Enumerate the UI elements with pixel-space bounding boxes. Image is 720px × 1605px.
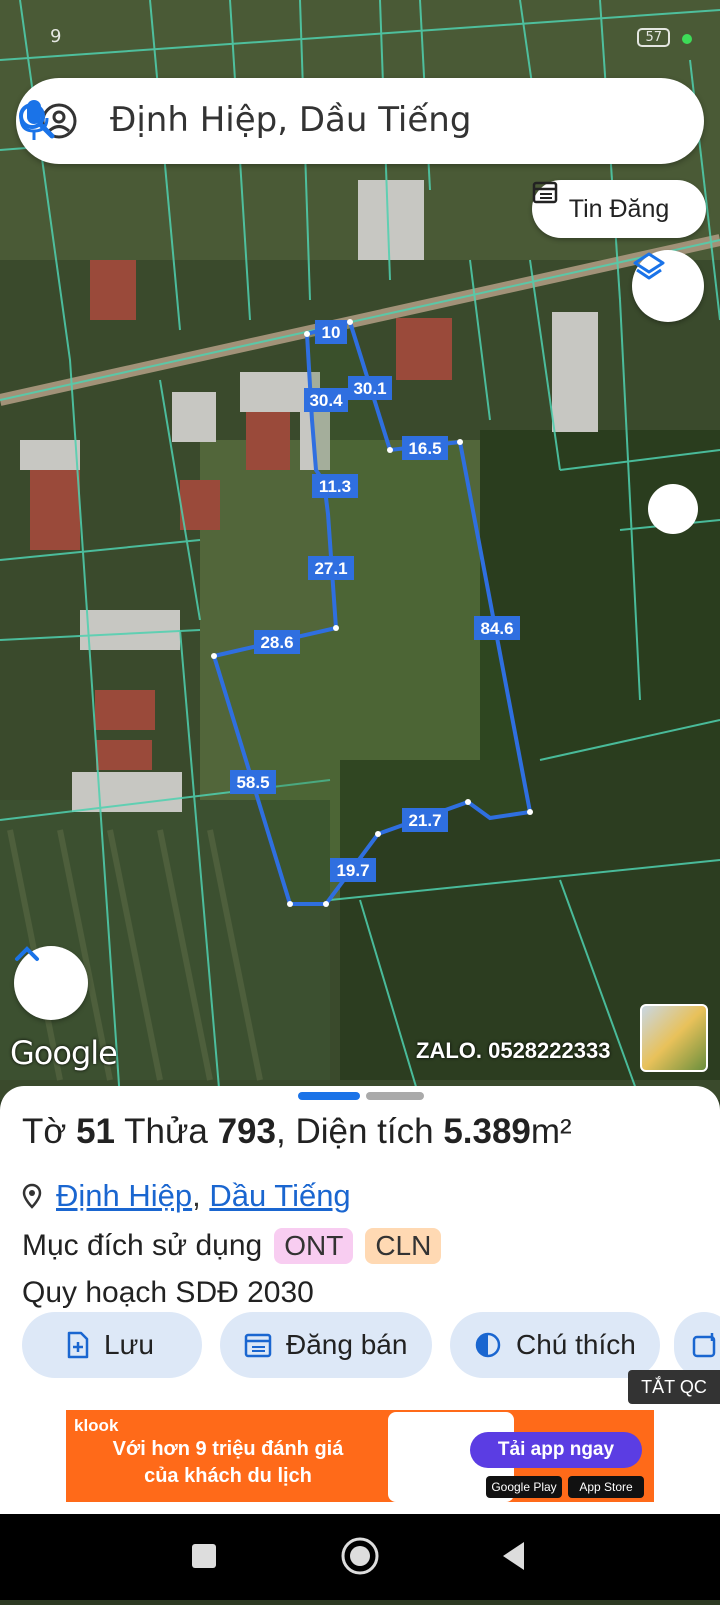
calendar-icon [532,181,558,204]
edge-label: 10 [315,320,347,344]
edge-label: 21.7 [402,808,448,832]
svg-text:27.1: 27.1 [314,559,347,578]
add-photo-button[interactable] [674,1312,720,1378]
close-ad-button[interactable]: TẮT QC [628,1370,720,1404]
location-row: Định Hiệp, Dầu Tiếng [22,1178,351,1214]
legend-label: Chú thích [516,1329,636,1360]
file-add-icon [67,1331,89,1359]
save-label: Lưu [104,1329,154,1360]
search-bar[interactable]: Định Hiệp, Dầu Tiếng [16,78,704,164]
svg-text:11.3: 11.3 [319,477,351,496]
floating-assistive-button[interactable] [648,484,698,534]
legend-button[interactable]: Chú thích [450,1312,660,1378]
add-photo-icon [692,1333,716,1358]
ad-message: Với hơn 9 triệu đánh giá của khách du lị… [112,1438,344,1487]
edge-label: 58.5 [230,770,276,794]
purpose-tag-ont[interactable]: ONT [274,1228,354,1264]
svg-text:58.5: 58.5 [236,773,269,792]
purpose-label: Mục đích sử dụng [22,1229,263,1262]
ad-cta-button[interactable]: Tải app ngay [470,1432,642,1468]
status-bar: 9 57 [0,20,720,56]
svg-text:84.6: 84.6 [480,619,513,638]
planning-label[interactable]: Quy hoạch SDĐ 2030 [22,1276,314,1310]
svg-text:10: 10 [322,323,341,342]
photo-thumbnail[interactable] [640,1004,708,1072]
back-button[interactable] [503,1542,524,1570]
privacy-dot [682,34,692,44]
calendar-icon [244,1333,272,1358]
bottom-sheet[interactable]: Tờ 51 Thửa 793, Diện tích 5.389m² Định H… [0,1086,720,1514]
parcel-summary: Tờ 51 Thửa 793, Diện tích 5.389m² [22,1112,572,1151]
ad-brand: klook [74,1416,119,1435]
action-buttons: Lưu Đăng bán Chú thích [22,1312,720,1378]
save-button[interactable]: Lưu [22,1312,202,1378]
edge-label: 30.1 [348,376,392,400]
edge-label: 16.5 [402,436,448,460]
edge-label: 84.6 [474,616,520,640]
expand-up-button[interactable] [14,946,88,1020]
svg-text:16.5: 16.5 [408,439,441,458]
purpose-tag-cln[interactable]: CLN [365,1228,442,1264]
svg-text:19.7: 19.7 [336,861,369,880]
battery-indicator: 57 [637,28,670,47]
sheet-handle[interactable] [366,1092,424,1100]
ad-banner[interactable]: klook Với hơn 9 triệu đánh giá của khách… [66,1410,654,1502]
chevron-up-icon [15,946,39,961]
search-query[interactable]: Định Hiệp, Dầu Tiếng [110,100,471,140]
plot-number: 793 [217,1112,276,1151]
watermark-text: ZALO. 0528222333 [416,1038,611,1063]
layers-icon [633,252,665,280]
svg-text:30.4: 30.4 [309,391,343,410]
home-button[interactable] [341,1537,379,1575]
microphone-icon[interactable] [16,98,52,142]
edge-label: 27.1 [308,556,354,580]
edge-label: 19.7 [330,858,376,882]
sheet-number: 51 [76,1112,116,1151]
recent-apps-button[interactable] [192,1544,216,1568]
app-store-badge[interactable]: App Store [568,1476,644,1498]
district-link[interactable]: Dầu Tiếng [209,1178,350,1213]
svg-text:21.7: 21.7 [408,811,441,830]
commune-link[interactable]: Định Hiệp [56,1178,192,1213]
land-use-row: Mục đích sử dụng ONT CLN [22,1228,442,1264]
post-listing-button[interactable]: Tin Đăng [532,180,706,238]
post-for-sale-button[interactable]: Đăng bán [220,1312,432,1378]
sheet-handle-active[interactable] [298,1092,360,1100]
location-pin-icon [22,1183,42,1209]
edge-label: 28.6 [254,630,300,654]
google-play-badge[interactable]: Google Play [486,1476,562,1498]
post-listing-label: Tin Đăng [568,194,670,223]
edge-label: 30.4 [304,388,348,412]
status-time: 9 [50,26,62,47]
area-value: 5.389 [443,1112,531,1151]
layers-button[interactable] [632,250,704,322]
contrast-icon [475,1332,501,1358]
map-canvas[interactable]: 10 30.1 30.4 16.5 11.3 27.1 84.6 28.6 58… [0,0,720,1100]
edge-label: 11.3 [312,474,358,498]
post-for-sale-label: Đăng bán [286,1329,408,1360]
system-nav-bar [0,1514,720,1600]
svg-text:30.1: 30.1 [353,379,386,398]
svg-text:28.6: 28.6 [260,633,293,652]
satellite-map[interactable]: 10 30.1 30.4 16.5 11.3 27.1 84.6 28.6 58… [0,0,720,1100]
google-logo: Google [10,1034,118,1072]
